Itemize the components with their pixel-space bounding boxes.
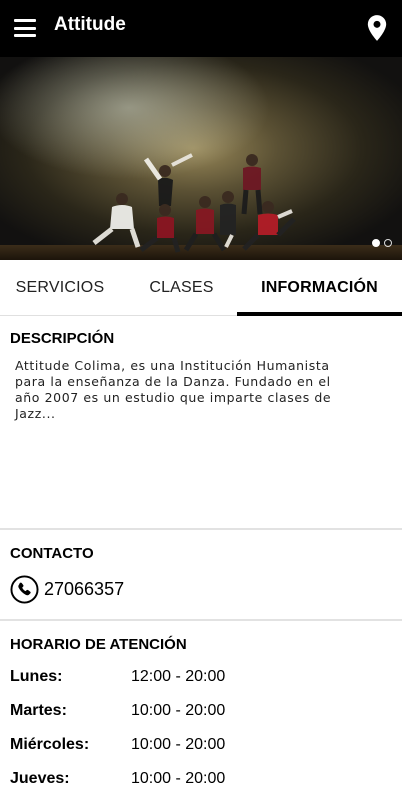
schedule-row: Miércoles: 10:00 - 20:00: [10, 736, 390, 758]
schedule-hours: 10:00 - 20:00: [131, 702, 226, 719]
description-line: año 2007 es un estudio que imparte clase…: [15, 390, 332, 405]
contact-title: CONTACTO: [10, 545, 94, 562]
schedule-row: Lunes: 12:00 - 20:00: [10, 668, 390, 690]
schedule-row: Jueves: 10:00 - 20:00: [10, 770, 390, 792]
tab-clases[interactable]: CLASES: [120, 260, 243, 315]
schedule-day: Jueves:: [10, 770, 70, 787]
schedule-hours: 10:00 - 20:00: [131, 736, 226, 753]
description-line: para la enseñanza de la Danza. Fundado e…: [15, 374, 331, 389]
description-line: Attitude Colima, es una Institución Huma…: [15, 358, 330, 373]
carousel-dot[interactable]: [384, 239, 392, 247]
section-divider: [0, 528, 402, 530]
tab-servicios[interactable]: SERVICIOS: [0, 260, 120, 315]
phone-icon: [10, 574, 39, 604]
app-title: Attitude: [54, 14, 126, 35]
schedule-hours: 10:00 - 20:00: [131, 770, 226, 787]
schedule-day: Miércoles:: [10, 736, 90, 753]
description-title: DESCRIPCIÓN: [10, 330, 115, 347]
hero-image[interactable]: [0, 57, 402, 260]
tab-informacion[interactable]: INFORMACIÓN: [237, 260, 402, 316]
schedule-day: Lunes:: [10, 668, 63, 685]
description-line: Jazz...: [15, 406, 56, 421]
schedule-hours: 12:00 - 20:00: [131, 668, 226, 685]
tab-bar: SERVICIOS CLASES INFORMACIÓN: [0, 260, 402, 316]
description-text: Attitude Colima, es una Institución Huma…: [15, 358, 375, 422]
app-bar: Attitude: [0, 0, 402, 57]
schedule-title: HORARIO DE ATENCIÓN: [10, 636, 187, 653]
section-divider: [0, 619, 402, 621]
location-pin-icon[interactable]: [366, 14, 388, 42]
carousel-dot-active[interactable]: [372, 239, 380, 247]
schedule-day: Martes:: [10, 702, 67, 719]
phone-link[interactable]: 27066357: [10, 574, 124, 604]
menu-icon[interactable]: [14, 19, 36, 37]
phone-number[interactable]: 27066357: [44, 579, 124, 600]
schedule-row: Martes: 10:00 - 20:00: [10, 702, 390, 724]
carousel-indicator: [372, 239, 392, 247]
